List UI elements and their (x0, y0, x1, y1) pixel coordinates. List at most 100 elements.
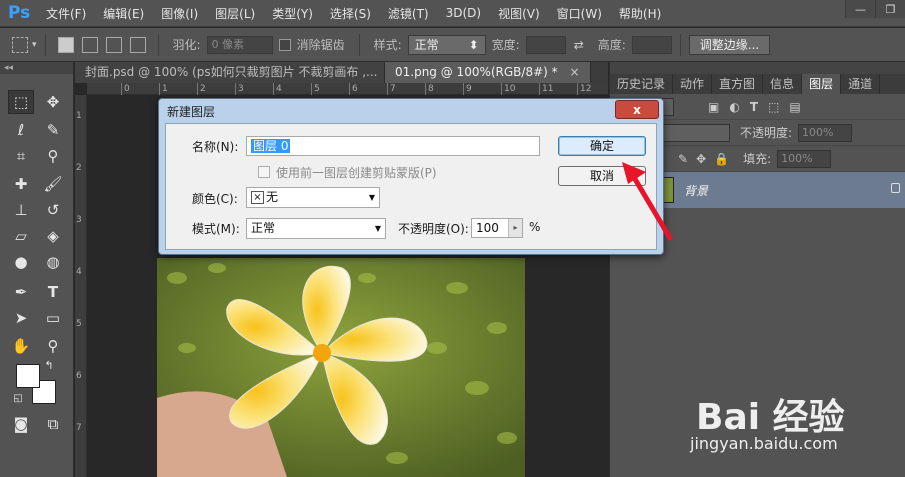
lock-position-icon[interactable]: ✥ (696, 152, 706, 166)
ruler-tick-label: 11 (539, 83, 553, 95)
opacity-input[interactable]: 100 ▸ (471, 218, 523, 238)
bucket-icon[interactable]: ◈ (40, 224, 66, 248)
image-filter-icon[interactable]: ▣ (708, 100, 719, 114)
tab-label: 01.png @ 100%(RGB/8#) * (395, 65, 558, 79)
watermark-logo: Bai 经验 (696, 397, 845, 438)
lock-icon (891, 183, 900, 193)
menu-layer[interactable]: 图层(L) (215, 5, 255, 22)
menu-type[interactable]: 类型(Y) (272, 5, 313, 22)
style-select[interactable]: 正常 ⬍ (407, 34, 486, 55)
ruler-tick-label: 1 (76, 111, 82, 121)
marquee-preset-icon[interactable] (12, 36, 28, 53)
ruler-tick-label: 3 (76, 215, 82, 225)
feather-input[interactable]: 0 像素 (206, 35, 273, 54)
width-input[interactable] (525, 35, 566, 54)
intersect-selection-icon[interactable] (129, 36, 146, 53)
menu-window[interactable]: 窗口(W) (557, 5, 602, 22)
menu-select[interactable]: 选择(S) (330, 5, 371, 22)
ruler-tick-label: 8 (425, 83, 434, 95)
hand-icon[interactable]: ✋ (8, 334, 34, 358)
menu-bar: Ps 文件(F) 编辑(E) 图像(I) 图层(L) 类型(Y) 选择(S) 滤… (0, 0, 905, 27)
menu-image[interactable]: 图像(I) (161, 5, 198, 22)
quick-mask-icon[interactable]: ◙ (8, 412, 34, 436)
flower-photo (157, 258, 525, 477)
tab-actions[interactable]: 动作 (673, 74, 713, 94)
collapse-icon[interactable]: ◂◂ (0, 62, 73, 74)
mode-select[interactable]: 正常 ▼ (246, 218, 386, 239)
foreground-color-swatch[interactable] (16, 364, 40, 388)
shape-filter-icon[interactable]: ⬚ (768, 100, 779, 114)
move-icon[interactable]: ✥ (40, 90, 66, 114)
menu-filter[interactable]: 滤镜(T) (388, 5, 429, 22)
eraser-icon[interactable]: ▱ (8, 224, 34, 248)
chevron-right-icon[interactable]: ▸ (508, 219, 522, 237)
menu-3d[interactable]: 3D(D) (446, 6, 481, 20)
rectangle-icon[interactable]: ▭ (40, 306, 66, 330)
fill-input[interactable]: 100% (777, 149, 832, 168)
tab-histogram[interactable]: 直方图 (712, 74, 764, 94)
refine-edge-button[interactable]: 调整边缘... (688, 34, 771, 55)
tab-info[interactable]: 信息 (763, 74, 803, 94)
restore-button[interactable]: ❐ (875, 0, 905, 18)
tab-history[interactable]: 历史记录 (610, 74, 674, 94)
stamp-icon[interactable]: ⊥ (8, 198, 34, 222)
menu-view[interactable]: 视图(V) (498, 5, 540, 22)
smart-filter-icon[interactable]: ▤ (789, 100, 800, 114)
path-select-icon[interactable]: ➤ (8, 306, 34, 330)
default-colors-icon[interactable]: ◱ (12, 392, 24, 404)
tab-01-png[interactable]: 01.png @ 100%(RGB/8#) * × (385, 62, 591, 83)
lock-all-icon[interactable]: 🔒 (714, 152, 729, 166)
quick-select-icon[interactable]: ✎ (40, 118, 66, 142)
brush-icon[interactable]: 🖌 (40, 172, 66, 196)
crop-icon[interactable]: ⌗ (8, 144, 34, 168)
swap-icon[interactable]: ⇄ (574, 38, 584, 52)
ruler-tick-label: 6 (76, 371, 82, 381)
marquee-icon[interactable]: ⬚ (8, 90, 34, 114)
image-canvas[interactable] (157, 258, 525, 477)
ruler-tick-label: 1 (159, 83, 168, 95)
mode-label: 模式(M): (192, 222, 240, 236)
minimize-button[interactable]: — (845, 0, 875, 18)
type-icon[interactable]: T (40, 280, 66, 304)
menu-help[interactable]: 帮助(H) (619, 5, 661, 22)
healing-icon[interactable]: ✚ (8, 172, 34, 196)
ok-button[interactable]: 确定 (558, 136, 646, 156)
feather-label: 羽化: (172, 38, 201, 52)
history-brush-icon[interactable]: ↺ (40, 198, 66, 222)
dialog-close-button[interactable]: x (615, 100, 659, 119)
tab-cover-psd[interactable]: 封面.psd @ 100% (ps如何只裁剪图片 不裁剪画布 ,... × (75, 62, 385, 83)
antialias-checkbox[interactable] (278, 38, 291, 51)
tab-channels[interactable]: 通道 (841, 74, 881, 94)
name-input-value: 图层 0 (251, 139, 291, 153)
panel-collapse-strip[interactable] (610, 62, 905, 74)
ruler-tick-label: 5 (76, 319, 82, 329)
subtract-selection-icon[interactable] (105, 36, 122, 53)
opacity-input[interactable]: 100% (798, 123, 853, 142)
adjustment-filter-icon[interactable]: ◐ (729, 100, 739, 114)
screen-mode-icon[interactable]: ⧉ (40, 412, 66, 436)
swap-colors-icon[interactable]: ↰ (42, 358, 56, 372)
zoom-icon[interactable]: ⚲ (40, 334, 66, 358)
ruler-tick-label: 2 (76, 163, 82, 173)
close-icon[interactable]: × (569, 65, 579, 79)
menu-edit[interactable]: 编辑(E) (103, 5, 144, 22)
menu-file[interactable]: 文件(F) (46, 5, 86, 22)
separator (44, 33, 46, 56)
eyedropper-icon[interactable]: ⚲ (40, 144, 66, 168)
ruler-tick-label: 3 (235, 83, 244, 95)
add-selection-icon[interactable] (81, 36, 98, 53)
color-select[interactable]: × 无 ▼ (246, 187, 380, 208)
new-selection-icon[interactable] (57, 36, 74, 53)
pen-icon[interactable]: ✒ (8, 280, 34, 304)
blur-icon[interactable]: ● (8, 250, 34, 274)
clip-mask-checkbox[interactable] (258, 166, 270, 178)
ruler-tick-label: 7 (76, 423, 82, 433)
chevron-down-icon[interactable]: ▾ (32, 40, 37, 50)
type-filter-icon[interactable]: T (750, 100, 758, 114)
name-input[interactable]: 图层 0 (246, 136, 540, 156)
lasso-icon[interactable]: ℓ (8, 118, 34, 142)
dodge-icon[interactable]: ◍ (40, 250, 66, 274)
height-input[interactable] (631, 35, 672, 54)
ruler-tick-label: 2 (197, 83, 206, 95)
tab-layers[interactable]: 图层 (802, 74, 842, 94)
